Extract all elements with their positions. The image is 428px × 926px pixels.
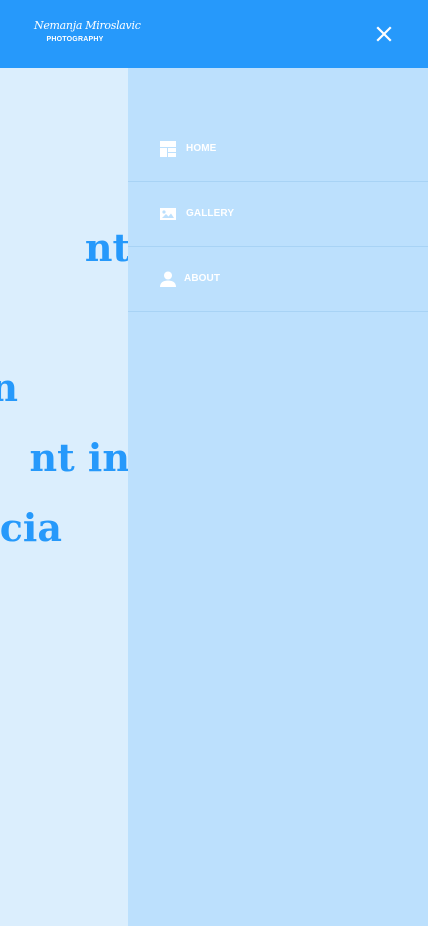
logo-script: Nemanja Miroslavic bbox=[34, 19, 141, 32]
close-icon bbox=[372, 22, 396, 46]
close-menu-button[interactable] bbox=[372, 22, 396, 46]
top-bar: Nemanja Miroslavic PHOTOGRAPHY bbox=[0, 0, 428, 68]
hero-line-1: nt bbox=[84, 225, 128, 270]
hero-line-3: nt in bbox=[29, 435, 128, 480]
hero-background: nt n nt in acia bbox=[0, 68, 128, 926]
logo-subtitle: PHOTOGRAPHY bbox=[46, 36, 104, 43]
menu-item-home[interactable]: HOME bbox=[128, 117, 428, 182]
hero-line-2: n bbox=[0, 365, 18, 410]
menu-label-about: ABOUT bbox=[184, 273, 221, 284]
hero-line-4: acia bbox=[0, 505, 62, 550]
person-icon bbox=[159, 270, 177, 288]
menu-label-home: HOME bbox=[186, 143, 217, 154]
logo[interactable]: Nemanja Miroslavic PHOTOGRAPHY bbox=[34, 16, 141, 52]
home-icon bbox=[159, 140, 177, 158]
gallery-icon bbox=[159, 205, 177, 223]
menu-item-about[interactable]: ABOUT bbox=[128, 247, 428, 312]
menu-item-gallery[interactable]: GALLERY bbox=[128, 182, 428, 247]
menu-label-gallery: GALLERY bbox=[186, 208, 235, 219]
nav-drawer: HOME GALLERY ABOUT bbox=[128, 68, 428, 926]
